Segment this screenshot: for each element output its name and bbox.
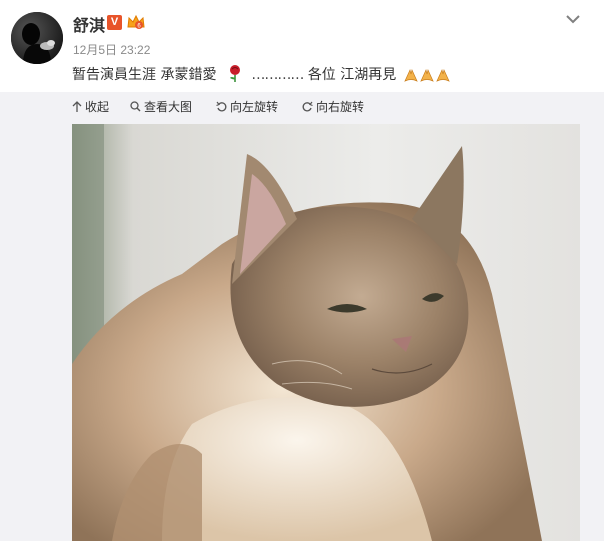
view-large-button[interactable]: 查看大图 xyxy=(130,98,192,115)
search-icon xyxy=(130,101,141,112)
pray-emoji-icon xyxy=(403,68,418,82)
rotate-right-button[interactable]: 向右旋转 xyxy=(302,98,364,115)
post-text-dots: ………… xyxy=(251,67,304,83)
view-large-label: 查看大图 xyxy=(144,100,193,114)
pray-emoji-group xyxy=(403,68,451,86)
post-text: 暂告演員生涯 承蒙錯愛 ………… 各位 江湖再見 xyxy=(72,64,451,86)
post-header: 舒淇 V 6 12月5日 23:22 暂告演員生涯 承蒙錯愛 ………… 各位 江… xyxy=(0,0,604,92)
collapse-button[interactable]: 收起 xyxy=(72,98,109,115)
post-time[interactable]: 12月5日 23:22 xyxy=(73,41,150,58)
rose-emoji-icon xyxy=(229,65,240,82)
media-panel: 收起 查看大图 向左旋转 向右旋转 xyxy=(0,92,604,541)
post-text-part1: 暂告演員生涯 承蒙錯愛 xyxy=(72,67,217,83)
rotate-right-label: 向右旋转 xyxy=(316,100,365,114)
rotate-left-button[interactable]: 向左旋转 xyxy=(216,98,278,115)
pray-emoji-icon xyxy=(435,68,450,82)
collapse-label: 收起 xyxy=(85,100,110,114)
chevron-down-icon[interactable] xyxy=(566,14,580,24)
pray-emoji-icon xyxy=(419,68,434,82)
post-photo[interactable] xyxy=(72,124,580,541)
author-name[interactable]: 舒淇 xyxy=(73,12,105,36)
verified-badge-icon[interactable]: V xyxy=(107,15,122,30)
rotate-left-icon xyxy=(216,101,227,112)
collapse-icon xyxy=(72,100,82,112)
rotate-left-label: 向左旋转 xyxy=(230,100,279,114)
rotate-right-icon xyxy=(302,101,313,112)
post-text-part2: 各位 江湖再見 xyxy=(307,67,397,83)
crown-badge-icon[interactable]: 6 xyxy=(126,13,146,31)
avatar[interactable] xyxy=(11,12,63,64)
